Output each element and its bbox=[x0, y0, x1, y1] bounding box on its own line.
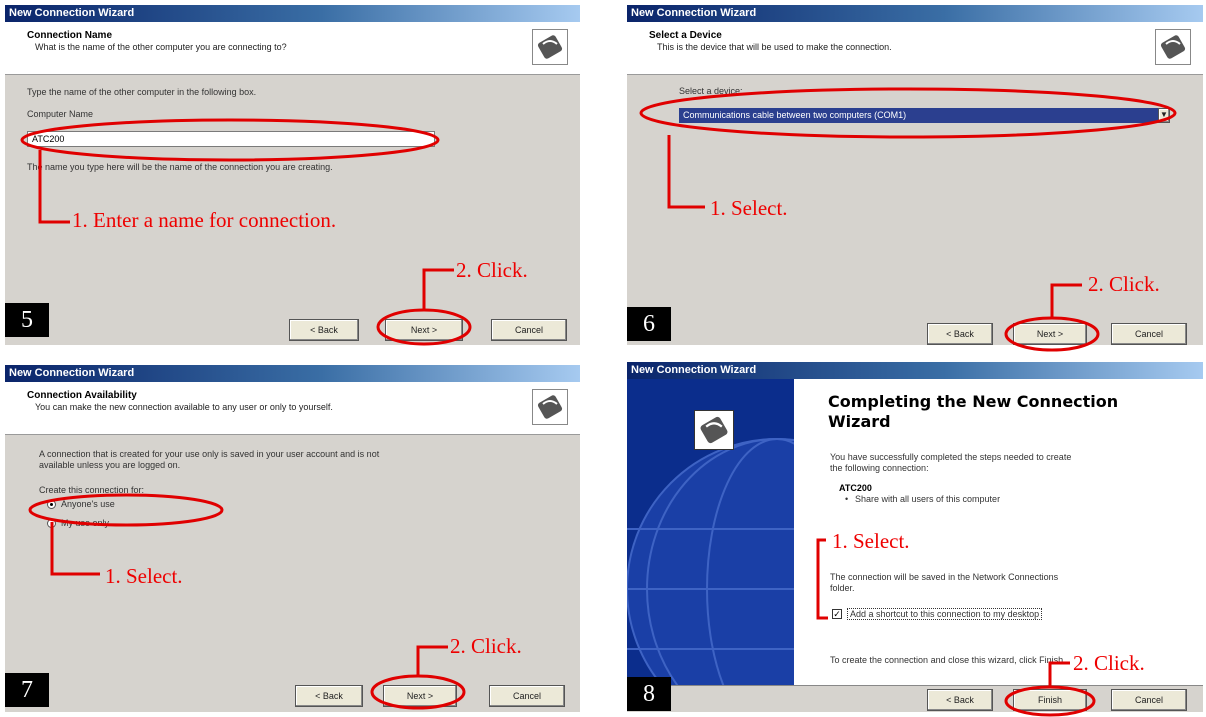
success-text-line1: You have successfully completed the step… bbox=[830, 452, 1072, 462]
callout-select-availability: 1. Select. bbox=[105, 564, 183, 588]
step-badge-5: 5 bbox=[5, 303, 49, 337]
saved-text-line1: The connection will be saved in the Netw… bbox=[830, 572, 1059, 582]
window-title: New Connection Wizard bbox=[627, 362, 1203, 379]
saved-text-line2: folder. bbox=[830, 583, 855, 593]
computer-name-label: Computer Name bbox=[27, 109, 94, 119]
cancel-button[interactable]: Cancel bbox=[1111, 323, 1187, 345]
window-title: New Connection Wizard bbox=[627, 5, 1203, 22]
connection-name: ATC200 bbox=[839, 483, 872, 493]
window-title: New Connection Wizard bbox=[5, 5, 580, 22]
shortcut-checkbox[interactable]: ✓ bbox=[832, 609, 842, 619]
step-badge-8: 8 bbox=[627, 677, 671, 711]
header-subtitle: You can make the new connection availabl… bbox=[35, 402, 333, 412]
phone-connection-icon bbox=[1155, 29, 1191, 65]
cancel-button[interactable]: Cancel bbox=[491, 319, 567, 341]
header-title: Connection Name bbox=[27, 30, 113, 41]
radio-my-use-label[interactable]: My use only bbox=[61, 518, 109, 528]
wizard-panel-connection-name: New Connection Wizard Connection Name Wh… bbox=[5, 5, 580, 345]
cancel-button[interactable]: Cancel bbox=[489, 685, 565, 707]
header-title: Select a Device bbox=[649, 30, 722, 41]
cancel-button[interactable]: Cancel bbox=[1111, 689, 1187, 711]
window-title: New Connection Wizard bbox=[5, 365, 580, 382]
device-select[interactable]: Communications cable between two compute… bbox=[679, 108, 1168, 123]
step-badge-6: 6 bbox=[627, 307, 671, 341]
callout-click-next: 2. Click. bbox=[456, 258, 528, 282]
shortcut-label[interactable]: Add a shortcut to this connection to my … bbox=[847, 608, 1043, 620]
finish-button[interactable]: Finish bbox=[1013, 689, 1087, 711]
callout-select-shortcut: 1. Select. bbox=[832, 529, 910, 553]
back-button[interactable]: < Back bbox=[289, 319, 359, 341]
device-label: Select a device: bbox=[679, 86, 743, 96]
header-subtitle: What is the name of the other computer y… bbox=[35, 42, 287, 52]
back-button[interactable]: < Back bbox=[927, 689, 993, 711]
globe-sidebar bbox=[627, 379, 794, 685]
success-text-line2: the following connection: bbox=[830, 463, 929, 473]
wizard-header: Connection Availability You can make the… bbox=[5, 382, 580, 435]
header-subtitle: This is the device that will be used to … bbox=[657, 42, 892, 52]
radio-my-use[interactable] bbox=[47, 519, 56, 528]
phone-connection-icon bbox=[532, 29, 568, 65]
completing-heading-line1: Completing the New Connection bbox=[828, 392, 1119, 411]
next-button[interactable]: Next > bbox=[383, 685, 457, 707]
hint-text: The name you type here will be the name … bbox=[27, 162, 333, 172]
radio-anyone-label[interactable]: Anyone's use bbox=[61, 499, 115, 509]
finish-hint: To create the connection and close this … bbox=[830, 655, 1066, 665]
header-title: Connection Availability bbox=[27, 390, 137, 401]
wizard-panel-availability: New Connection Wizard Connection Availab… bbox=[5, 365, 580, 712]
step-badge-7: 7 bbox=[5, 673, 49, 707]
info-text-line1: A connection that is created for your us… bbox=[39, 449, 380, 459]
instruction-text: Type the name of the other computer in t… bbox=[27, 87, 257, 97]
share-text: Share with all users of this computer bbox=[855, 494, 1001, 504]
wizard-header: Select a Device This is the device that … bbox=[627, 22, 1203, 75]
callout-click-next: 2. Click. bbox=[450, 634, 522, 658]
completing-heading-line2: Wizard bbox=[828, 412, 891, 431]
callout-click-finish: 2. Click. bbox=[1073, 651, 1145, 675]
info-text-line2: available unless you are logged on. bbox=[39, 460, 181, 470]
computer-name-input[interactable]: ATC200 bbox=[27, 131, 435, 147]
phone-connection-icon bbox=[694, 410, 734, 450]
callout-select-device: 1. Select. bbox=[710, 196, 788, 220]
radio-anyone[interactable] bbox=[47, 500, 56, 509]
next-button[interactable]: Next > bbox=[1013, 323, 1087, 345]
next-button[interactable]: Next > bbox=[385, 319, 463, 341]
callout-click-next: 2. Click. bbox=[1088, 272, 1160, 296]
group-label: Create this connection for: bbox=[39, 485, 145, 495]
chevron-down-icon[interactable]: ▼ bbox=[1158, 108, 1170, 123]
bullet-marker: • bbox=[845, 494, 849, 504]
phone-connection-icon bbox=[532, 389, 568, 425]
callout-enter-name: 1. Enter a name for connection. bbox=[72, 208, 337, 232]
back-button[interactable]: < Back bbox=[295, 685, 363, 707]
back-button[interactable]: < Back bbox=[927, 323, 993, 345]
wizard-header: Connection Name What is the name of the … bbox=[5, 22, 580, 75]
